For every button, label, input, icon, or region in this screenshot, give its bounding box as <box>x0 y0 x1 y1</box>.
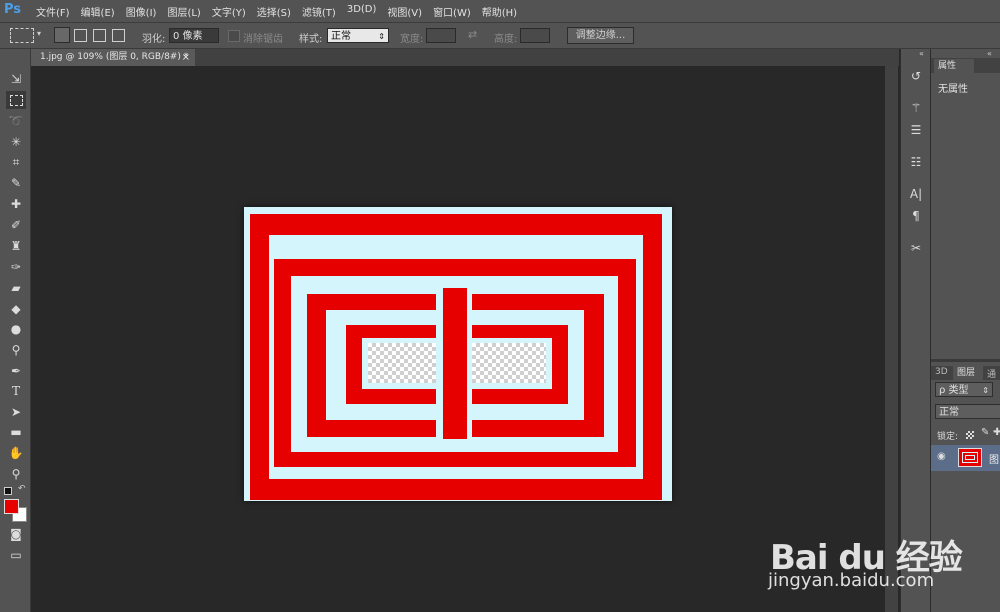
properties-tab[interactable]: 属性 <box>934 59 974 73</box>
feather-label: 羽化: <box>142 34 166 45</box>
width-label: 宽度: <box>400 34 424 45</box>
height-input[interactable] <box>520 28 550 43</box>
close-icon[interactable]: × <box>182 49 190 66</box>
menu-type[interactable]: 文字(Y) <box>212 4 246 19</box>
artwork-center-bar <box>443 288 467 439</box>
history-panel-icon[interactable]: ↺ <box>906 67 926 85</box>
tab-layers[interactable]: 图层 <box>953 366 983 380</box>
brush-tool-icon[interactable]: ✐ <box>6 216 26 234</box>
default-colors-icon[interactable] <box>4 487 12 495</box>
lock-transparency-icon[interactable] <box>966 431 974 439</box>
menu-image[interactable]: 图像(I) <box>126 4 157 19</box>
document-tab-title: 1.jpg @ 109% (图层 0, RGB/8#) * <box>40 52 189 62</box>
menu-filter[interactable]: 滤镜(T) <box>302 4 336 19</box>
photoshop-logo: Ps <box>4 2 22 17</box>
layer-thumbnail <box>958 448 982 467</box>
paragraph-panel-icon[interactable]: ¶ <box>906 207 926 225</box>
rectangle-tool-icon[interactable]: ▬ <box>6 423 26 441</box>
lock-label: 锁定: <box>937 432 959 442</box>
tool-presets-icon[interactable]: ✂ <box>906 239 926 257</box>
adjustments-icon[interactable]: ☰ <box>906 121 926 139</box>
menu-window[interactable]: 窗口(W) <box>433 4 471 19</box>
style-label: 样式: <box>299 34 323 45</box>
menu-edit[interactable]: 编辑(E) <box>81 4 115 19</box>
eyedropper-tool-icon[interactable]: ✎ <box>6 174 26 192</box>
history-brush-tool-icon[interactable]: ✑ <box>6 258 26 276</box>
layer-name[interactable]: 图 <box>989 451 999 466</box>
path-selection-tool-icon[interactable]: ➤ <box>6 403 26 421</box>
paint-bucket-tool-icon[interactable]: ◆ <box>6 300 26 318</box>
document-canvas[interactable] <box>244 207 672 501</box>
panel-divider <box>931 359 1000 362</box>
foreground-color-swatch[interactable] <box>4 499 19 514</box>
menu-view[interactable]: 视图(V) <box>387 4 422 19</box>
crop-tool-icon[interactable]: ⌗ <box>6 153 26 171</box>
layer-filter-select[interactable]: ρ 类型 ⇕ <box>935 382 993 397</box>
panel-icon-column: « ↺ ⚚ ☰ ☷ A| ¶ ✂ <box>900 49 930 612</box>
antialias-checkbox[interactable] <box>228 30 240 42</box>
visibility-eye-icon[interactable]: ◉ <box>937 451 946 462</box>
feather-input[interactable]: 0 像素 <box>169 28 219 43</box>
magic-wand-tool-icon[interactable]: ✳ <box>6 133 26 151</box>
healing-brush-tool-icon[interactable]: ✚ <box>6 195 26 213</box>
layer-comps-icon[interactable]: ☷ <box>906 153 926 171</box>
tab-3d[interactable]: 3D <box>935 367 948 377</box>
collapse-panels-icon[interactable]: « <box>919 49 924 58</box>
subtract-selection-icon[interactable] <box>93 29 106 42</box>
select-arrow-icon: ⇕ <box>378 32 385 41</box>
menu-bar: Ps 文件(F) 编辑(E) 图像(I) 图层(L) 文字(Y) 选择(S) 滤… <box>0 0 1000 23</box>
lock-pixels-icon[interactable]: ✎ <box>981 427 989 438</box>
pen-tool-icon[interactable]: ✒ <box>6 362 26 380</box>
antialias-label: 消除锯齿 <box>243 34 283 45</box>
character-panel-icon[interactable]: A| <box>906 185 926 203</box>
options-bar: ▾ 羽化: 0 像素 消除锯齿 样式: 正常 ⇕ 宽度: ⇄ 高度: 调整边缘.… <box>0 23 1000 49</box>
properties-empty-text: 无属性 <box>938 84 968 95</box>
add-selection-icon[interactable] <box>74 29 87 42</box>
height-label: 高度: <box>494 34 518 45</box>
select-arrow-icon: ⇕ <box>982 386 989 395</box>
brush-presets-icon[interactable]: ⚚ <box>906 99 926 117</box>
menu-3d[interactable]: 3D(D) <box>347 4 377 19</box>
menu-help[interactable]: 帮助(H) <box>482 4 517 19</box>
type-tool-icon[interactable]: T <box>6 382 26 400</box>
move-tool-icon[interactable]: ⇲ <box>6 70 26 88</box>
menu-select[interactable]: 选择(S) <box>257 4 291 19</box>
blur-tool-icon[interactable]: ● <box>6 320 26 338</box>
swap-dimensions-icon[interactable]: ⇄ <box>468 28 477 41</box>
eraser-tool-icon[interactable]: ▰ <box>6 279 26 297</box>
collapse-right-icon[interactable]: « <box>987 49 992 58</box>
refine-edge-button[interactable]: 调整边缘... <box>567 27 634 44</box>
clone-stamp-tool-icon[interactable]: ♜ <box>6 237 26 255</box>
dropdown-arrow-icon[interactable]: ▾ <box>37 29 41 38</box>
screen-mode-icon[interactable]: ▭ <box>6 546 26 564</box>
menu-list: 文件(F) 编辑(E) 图像(I) 图层(L) 文字(Y) 选择(S) 滤镜(T… <box>36 4 528 19</box>
menu-file[interactable]: 文件(F) <box>36 4 70 19</box>
quick-mask-icon[interactable]: ◙ <box>6 525 26 543</box>
swap-colors-icon[interactable]: ↶ <box>18 484 26 494</box>
dodge-tool-icon[interactable]: ⚲ <box>6 341 26 359</box>
tools-panel: ⇲ ➰ ✳ ⌗ ✎ ✚ ✐ ♜ ✑ ▰ ◆ ● ⚲ ✒ T ➤ ▬ ✋ ⚲ ↶ … <box>0 49 31 612</box>
menu-layer[interactable]: 图层(L) <box>167 4 200 19</box>
document-tab[interactable]: 1.jpg @ 109% (图层 0, RGB/8#) * × <box>31 49 195 66</box>
marquee-preset-icon[interactable] <box>10 28 34 43</box>
lock-position-icon[interactable]: ✚ <box>993 427 1000 438</box>
layer-row[interactable]: ◉ 图 <box>931 445 1000 471</box>
right-panels: « 属性 无属性 3D 图层 通 ρ 类型 ⇕ 正常 锁定: ✎ ✚ ◉ 图 <box>930 49 1000 612</box>
layer-filter-value: ρ 类型 <box>939 385 969 396</box>
marquee-tool-icon[interactable] <box>6 91 26 109</box>
hand-tool-icon[interactable]: ✋ <box>6 444 26 462</box>
blend-mode-select[interactable]: 正常 <box>935 404 1000 419</box>
zoom-tool-icon[interactable]: ⚲ <box>6 465 26 483</box>
tab-channels[interactable]: 通 <box>987 367 996 380</box>
baidu-watermark-url: jingyan.baidu.com <box>768 570 935 591</box>
new-selection-icon[interactable] <box>54 27 70 43</box>
intersect-selection-icon[interactable] <box>112 29 125 42</box>
style-select-value: 正常 <box>331 31 351 42</box>
width-input[interactable] <box>426 28 456 43</box>
lasso-tool-icon[interactable]: ➰ <box>6 112 26 130</box>
style-select[interactable]: 正常 ⇕ <box>327 28 389 43</box>
